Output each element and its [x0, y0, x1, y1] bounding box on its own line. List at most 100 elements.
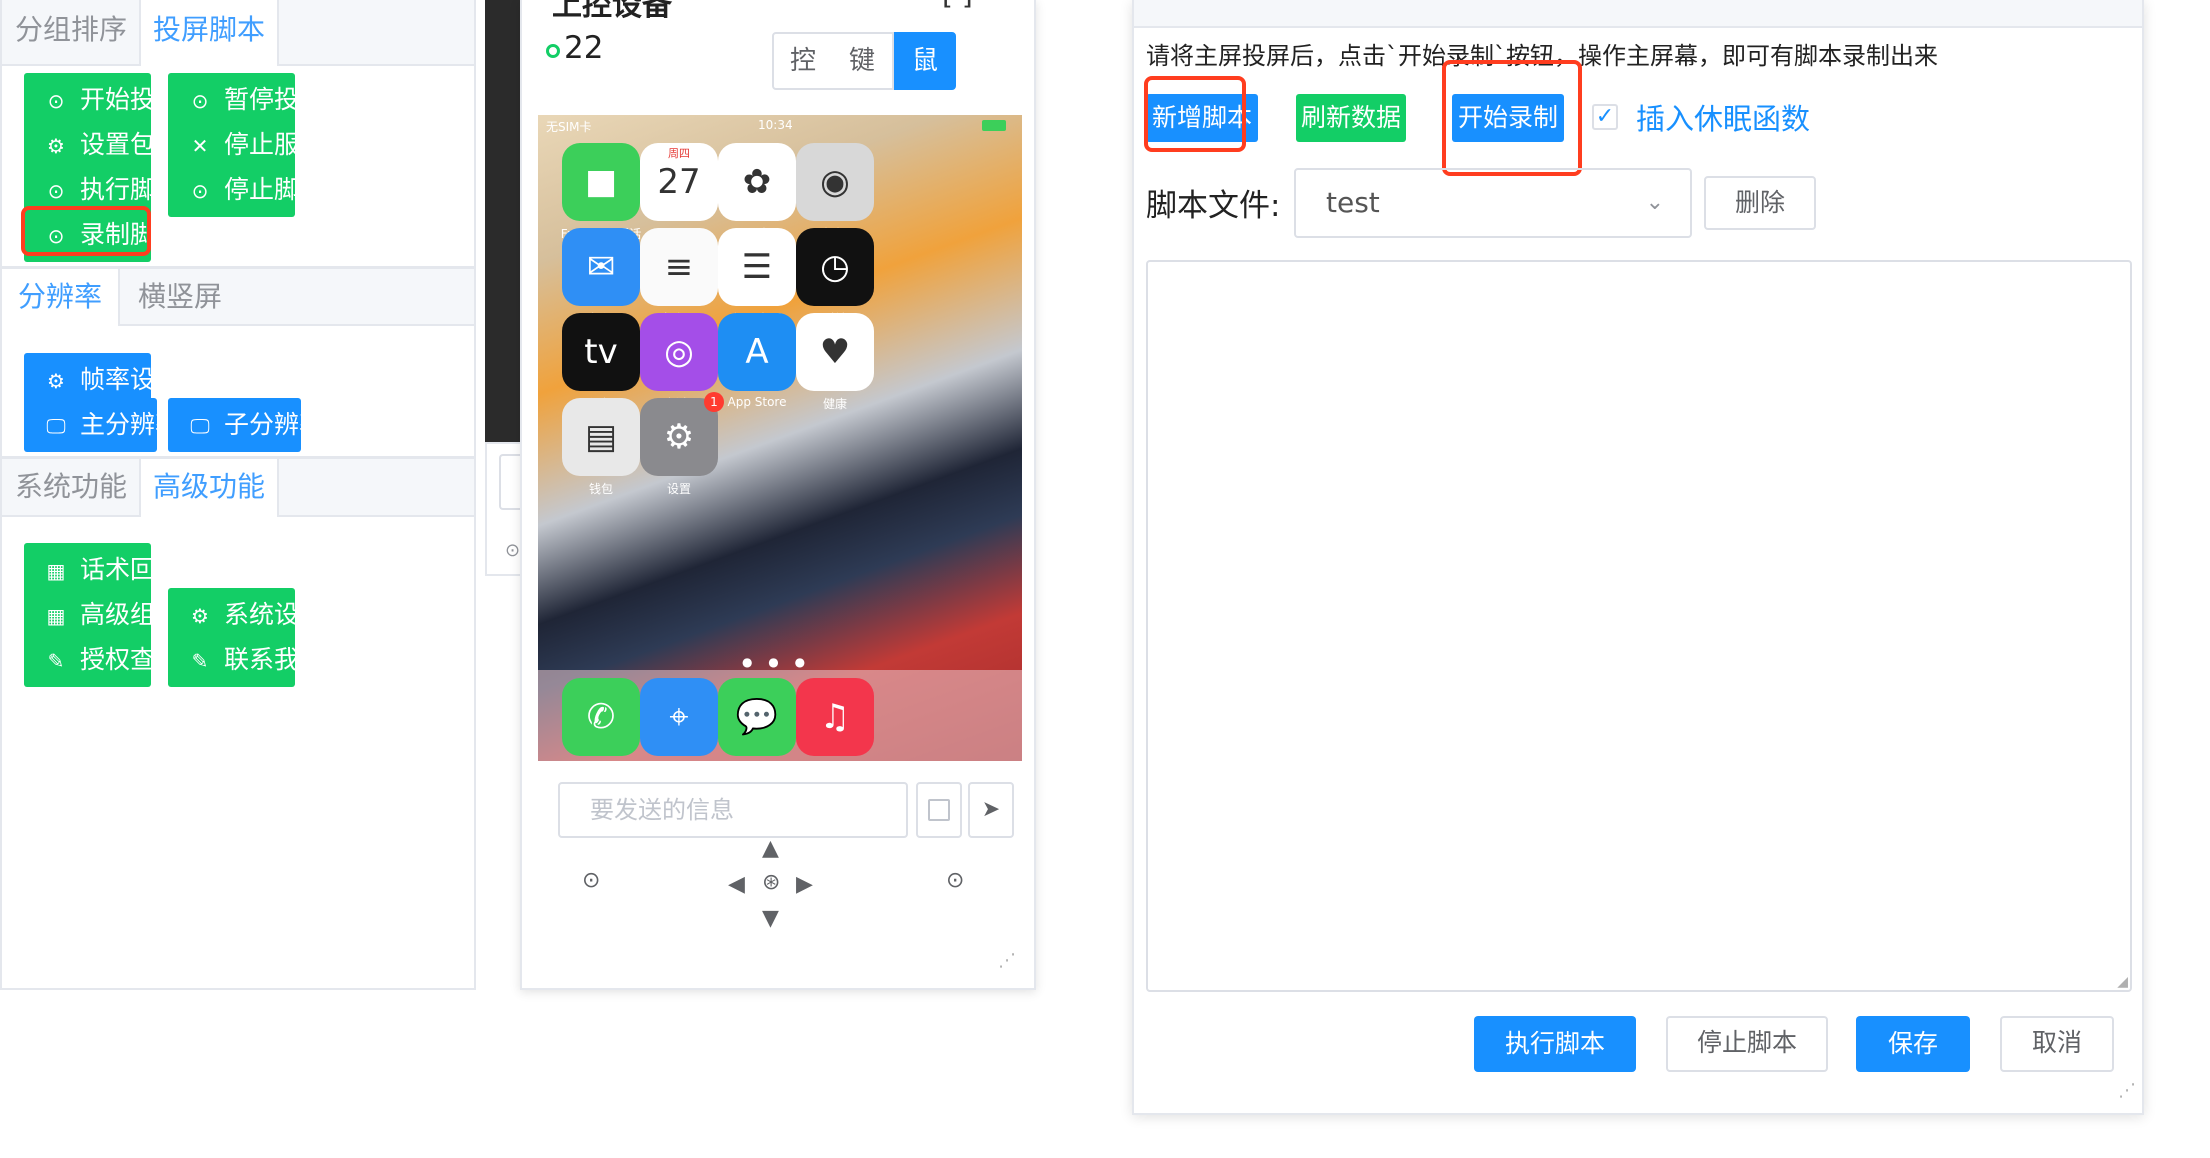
app-icon-13[interactable]: ⚙: [640, 398, 718, 476]
online-status-icon: [546, 44, 560, 58]
app-icon-12[interactable]: ▤: [562, 398, 640, 476]
button-label: 停止服务: [224, 130, 325, 159]
run-script-button[interactable]: 执行脚本: [1474, 1016, 1636, 1072]
battery-icon: [982, 120, 1006, 131]
app-icon-appstore[interactable]: A: [718, 313, 796, 391]
pause-circle-icon: ⊙: [191, 179, 209, 203]
new-script-button[interactable]: 新增脚本: [1146, 94, 1258, 142]
app-icon-3[interactable]: ◉: [796, 143, 874, 221]
phone-dock: ✆ ⌖ 💬 ♫: [538, 670, 1022, 761]
background-window-strip: [485, 0, 523, 442]
stop-script-button[interactable]: ⊙ 停止脚本: [168, 163, 324, 217]
resize-grip-icon[interactable]: ⋰: [2118, 1080, 2136, 1101]
music-app-icon[interactable]: ♫: [796, 678, 874, 756]
home-apple-icon[interactable]: ⊛: [762, 870, 780, 895]
button-label: 设置包名: [80, 130, 181, 159]
play-circle-icon[interactable]: ⊙: [582, 868, 600, 893]
mode-mouse-tab[interactable]: 鼠: [894, 32, 956, 90]
link-icon: ✎: [47, 649, 65, 673]
button-label: 主分辨率: [80, 410, 181, 439]
insert-sleep-checkbox[interactable]: ✓: [1592, 104, 1618, 130]
tab-system-features[interactable]: 系统功能: [2, 459, 140, 515]
script-file-select[interactable]: test ⌄: [1294, 168, 1692, 238]
start-recording-button[interactable]: 开始录制: [1452, 94, 1564, 142]
resize-grip-icon[interactable]: ⋰: [998, 950, 1016, 971]
arrow-up-icon[interactable]: ▲: [762, 836, 779, 861]
refresh-data-button[interactable]: 刷新数据: [1296, 94, 1406, 142]
license-query-button[interactable]: ✎ 授权查询: [24, 633, 180, 687]
button-label: 系统设置: [224, 600, 325, 629]
mode-control-tab[interactable]: 控: [772, 32, 834, 90]
background-window-edge: ⊙: [485, 442, 529, 576]
safari-app-icon[interactable]: ⌖: [640, 678, 718, 756]
arrow-right-icon[interactable]: ▶: [796, 872, 813, 897]
tab-screencast-script[interactable]: 投屏脚本: [139, 0, 279, 66]
app-label: 健康: [822, 397, 847, 411]
phone-app-icon[interactable]: ✆: [562, 678, 640, 756]
contact-us-button[interactable]: ✎ 联系我们: [168, 633, 324, 687]
app-icon-8[interactable]: tv: [562, 313, 640, 391]
button-label: 子分辨率: [224, 410, 325, 439]
phone-screen-mirror[interactable]: 无SIM卡 10:34 ■FaceTime通话27周四日历✿照片◉相机✉邮件≡备…: [538, 115, 1022, 761]
calendar-weekday: 周四: [668, 147, 690, 160]
button-label: 联系我们: [224, 645, 325, 674]
main-resolution-button[interactable]: 🖵 主分辨率: [24, 398, 180, 452]
screencast-script-section: 分组排序 投屏脚本 ⊙ 开始投屏 ⊙ 暂停投屏 ⚙ 设置包名 ✕ 停止服务 ⊙ 执行脚本 …: [2, 0, 474, 268]
check-icon: ✓: [1595, 104, 1615, 129]
insert-sleep-label[interactable]: 插入休眠函数: [1636, 96, 1810, 138]
messages-app-icon[interactable]: 💬: [718, 678, 796, 756]
app-icon-5[interactable]: ≡: [640, 228, 718, 306]
cancel-button[interactable]: 取消: [2000, 1016, 2114, 1072]
app-label: 设置: [666, 482, 691, 496]
window-title: 上控设备: [552, 0, 672, 23]
arrow-left-icon[interactable]: ◀: [728, 872, 745, 897]
play-circle-icon: ⊙: [505, 540, 521, 561]
app-icon-2[interactable]: ✿: [718, 143, 796, 221]
phone-status-bar: 无SIM卡 10:34: [538, 115, 1022, 137]
tab-group-sort[interactable]: 分组排序: [2, 0, 140, 64]
button-label: 录制脚本: [80, 220, 181, 249]
app-icon-9[interactable]: ◎: [640, 313, 718, 391]
script-file-value: test: [1326, 186, 1380, 219]
chevron-down-icon: ⌄: [1645, 190, 1664, 215]
app-icon-6[interactable]: ☰: [718, 228, 796, 306]
tab-resolution[interactable]: 分辨率: [2, 269, 120, 326]
monitor-icon: 🖵: [46, 414, 66, 438]
save-button[interactable]: 保存: [1856, 1016, 1970, 1072]
sub-resolution-button[interactable]: 🖵 子分辨率: [168, 398, 324, 452]
stop-script-button[interactable]: 停止脚本: [1666, 1016, 1828, 1072]
app-icon-7[interactable]: ◷: [796, 228, 874, 306]
button-label: 开始投屏: [80, 85, 181, 114]
monitor-icon: 🖵: [190, 414, 210, 438]
section3-tabs: 系统功能 高级功能: [2, 459, 474, 517]
app-icon-4[interactable]: ✉: [562, 228, 640, 306]
notification-badge: 1: [704, 392, 724, 412]
device-id: 22: [564, 30, 604, 66]
tab-advanced-features[interactable]: 高级功能: [139, 459, 279, 517]
button-label: 帧率设置: [80, 365, 181, 394]
resolution-section: 分辨率 横竖屏 ⚙ 帧率设置 🖵 主分辨率 🖵 子分辨率: [2, 269, 474, 457]
advanced-features-section: 系统功能 高级功能 ▦ 话术回复 ▦ 高级组网 ⚙ 系统设置 ✎ 授权查询 ✎ 联系我们: [2, 459, 474, 689]
mode-keyboard-tab[interactable]: 键: [832, 32, 894, 90]
record-script-button[interactable]: ⊙ 录制脚本: [24, 208, 180, 262]
app-icon-facetime[interactable]: ■: [562, 143, 640, 221]
message-input[interactable]: 要发送的信息: [558, 782, 908, 838]
section1-tabs: 分组排序 投屏脚本: [2, 0, 474, 66]
checkbox[interactable]: [916, 782, 962, 838]
time-label: 10:34: [758, 118, 793, 132]
fullscreen-icon[interactable]: [ ]: [942, 0, 973, 11]
textarea-resize-icon[interactable]: ◢: [2117, 974, 2128, 990]
record-instructions: 请将主屏投屏后，点击`开始录制`按钮，操作主屏幕，即可有脚本录制出来: [1146, 42, 1938, 70]
pause-circle-icon[interactable]: ⊙: [946, 868, 964, 893]
button-label: 话术回复: [80, 555, 181, 584]
app-icon-11[interactable]: ♥: [796, 313, 874, 391]
script-content-editor[interactable]: ◢: [1146, 260, 2132, 992]
record-script-dialog: 请将主屏投屏后，点击`开始录制`按钮，操作主屏幕，即可有脚本录制出来 新增脚本 …: [1132, 0, 2144, 1115]
arrow-down-icon[interactable]: ▼: [762, 906, 779, 931]
delete-script-button[interactable]: 删除: [1704, 176, 1816, 230]
script-file-label: 脚本文件:: [1146, 188, 1281, 224]
play-circle-icon: ⊙: [47, 224, 65, 248]
send-icon[interactable]: ➤: [968, 782, 1014, 838]
button-label: 授权查询: [80, 645, 181, 674]
tab-orientation[interactable]: 横竖屏: [120, 269, 240, 324]
